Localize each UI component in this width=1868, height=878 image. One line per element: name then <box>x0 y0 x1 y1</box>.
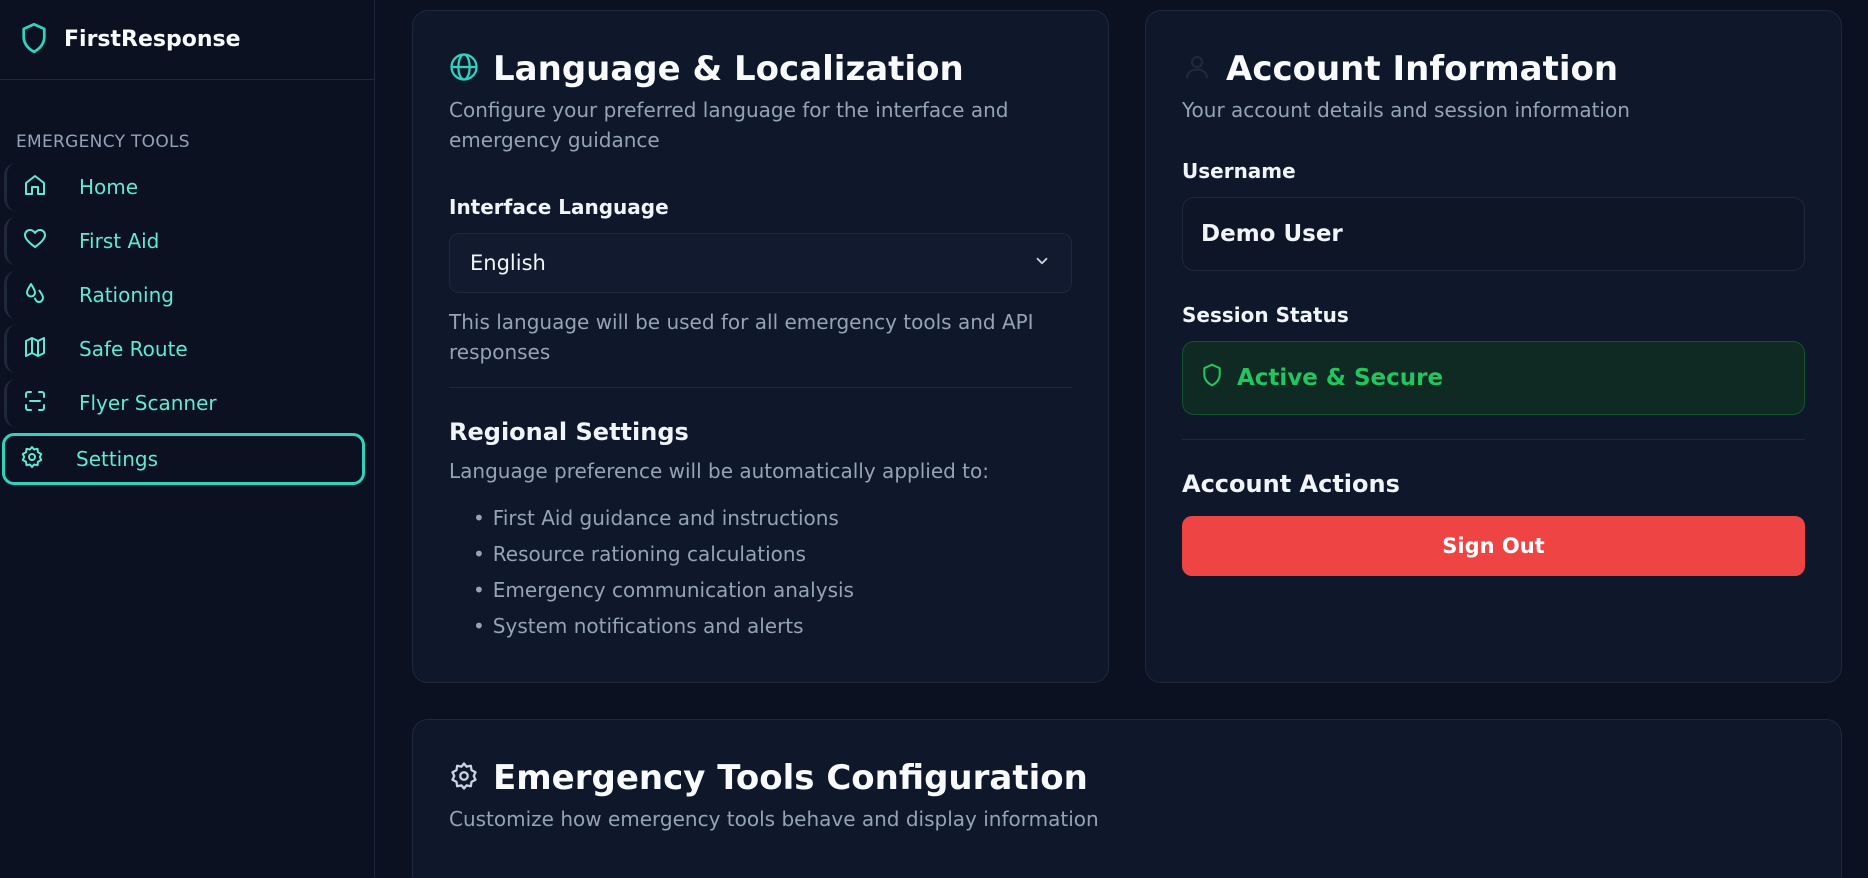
sidebar-item-label: Settings <box>76 447 159 471</box>
tools-card: Emergency Tools Configuration Customize … <box>412 719 1842 878</box>
sidebar-item-label: First Aid <box>79 229 160 253</box>
account-card-subtitle: Your account details and session informa… <box>1182 98 1630 122</box>
list-item: First Aid guidance and instructions <box>449 500 1072 536</box>
sidebar-item-settings[interactable]: Settings <box>2 433 365 485</box>
sidebar-item-safe-route[interactable]: Safe Route <box>4 325 365 373</box>
map-icon <box>23 335 47 364</box>
shield-icon <box>20 22 48 58</box>
regional-settings-title: Regional Settings <box>449 418 689 446</box>
account-actions-title: Account Actions <box>1182 470 1400 498</box>
globe-icon <box>449 52 479 86</box>
tools-card-subtitle: Customize how emergency tools behave and… <box>449 807 1099 831</box>
username-field: Username Demo User <box>1182 159 1805 271</box>
list-item: Emergency communication analysis <box>449 572 1072 608</box>
sign-out-button[interactable]: Sign Out <box>1182 516 1805 576</box>
chevron-down-icon <box>1033 251 1051 275</box>
gear-icon <box>20 445 44 474</box>
username-value: Demo User <box>1182 197 1805 271</box>
app-root: FirstResponse EMERGENCY TOOLS Home First… <box>0 0 1868 878</box>
sidebar-item-first-aid[interactable]: First Aid <box>4 217 365 265</box>
shield-icon <box>1201 363 1237 393</box>
sidebar-item-home[interactable]: Home <box>4 163 365 211</box>
language-divider <box>449 387 1072 388</box>
session-status-text: Active & Secure <box>1237 365 1444 391</box>
sidebar-item-rationing[interactable]: Rationing <box>4 271 365 319</box>
scan-icon <box>23 389 47 418</box>
sidebar-item-label: Safe Route <box>79 337 188 361</box>
account-card-title: Account Information <box>1226 49 1619 89</box>
heart-icon <box>23 227 47 256</box>
sidebar: FirstResponse EMERGENCY TOOLS Home First… <box>0 0 375 878</box>
language-card-title: Language & Localization <box>493 49 964 89</box>
session-status-field: Session Status Active & Secure <box>1182 303 1805 415</box>
language-card-subtitle: Configure your preferred language for th… <box>449 98 1009 152</box>
home-icon <box>23 173 47 202</box>
brand[interactable]: FirstResponse <box>0 0 374 80</box>
sidebar-nav: Home First Aid Rationing Safe Route Flye… <box>0 163 375 491</box>
language-select-value: English <box>470 251 546 275</box>
list-item: Resource rationing calculations <box>449 536 1072 572</box>
brand-name: FirstResponse <box>64 27 241 52</box>
sidebar-item-flyer-scanner[interactable]: Flyer Scanner <box>4 379 365 427</box>
account-card-header: Account Information <box>1182 49 1805 89</box>
list-item: System notifications and alerts <box>449 608 1072 644</box>
language-select[interactable]: English <box>449 233 1072 293</box>
session-status-label: Session Status <box>1182 303 1349 327</box>
sidebar-item-label: Home <box>79 175 139 199</box>
sidebar-item-label: Rationing <box>79 283 174 307</box>
tools-card-header: Emergency Tools Configuration <box>449 758 1805 798</box>
language-card-header: Language & Localization <box>449 49 1072 89</box>
nav-section-title: EMERGENCY TOOLS <box>16 132 190 152</box>
interface-language-field: Interface Language English This language… <box>449 195 1072 367</box>
gear-icon <box>449 761 479 795</box>
interface-language-label: Interface Language <box>449 195 669 219</box>
account-card: Account Information Your account details… <box>1145 10 1842 683</box>
sidebar-item-label: Flyer Scanner <box>79 391 217 415</box>
user-icon <box>1182 52 1212 86</box>
droplets-icon <box>23 281 47 310</box>
regional-settings-list: First Aid guidance and instructions Reso… <box>449 500 1072 644</box>
language-card: Language & Localization Configure your p… <box>412 10 1109 683</box>
username-label: Username <box>1182 159 1296 183</box>
language-hint: This language will be used for all emerg… <box>449 310 1034 364</box>
account-divider <box>1182 439 1805 440</box>
session-status-badge: Active & Secure <box>1182 341 1805 415</box>
regional-settings-intro: Language preference will be automaticall… <box>449 459 989 483</box>
tools-card-title: Emergency Tools Configuration <box>493 758 1088 798</box>
